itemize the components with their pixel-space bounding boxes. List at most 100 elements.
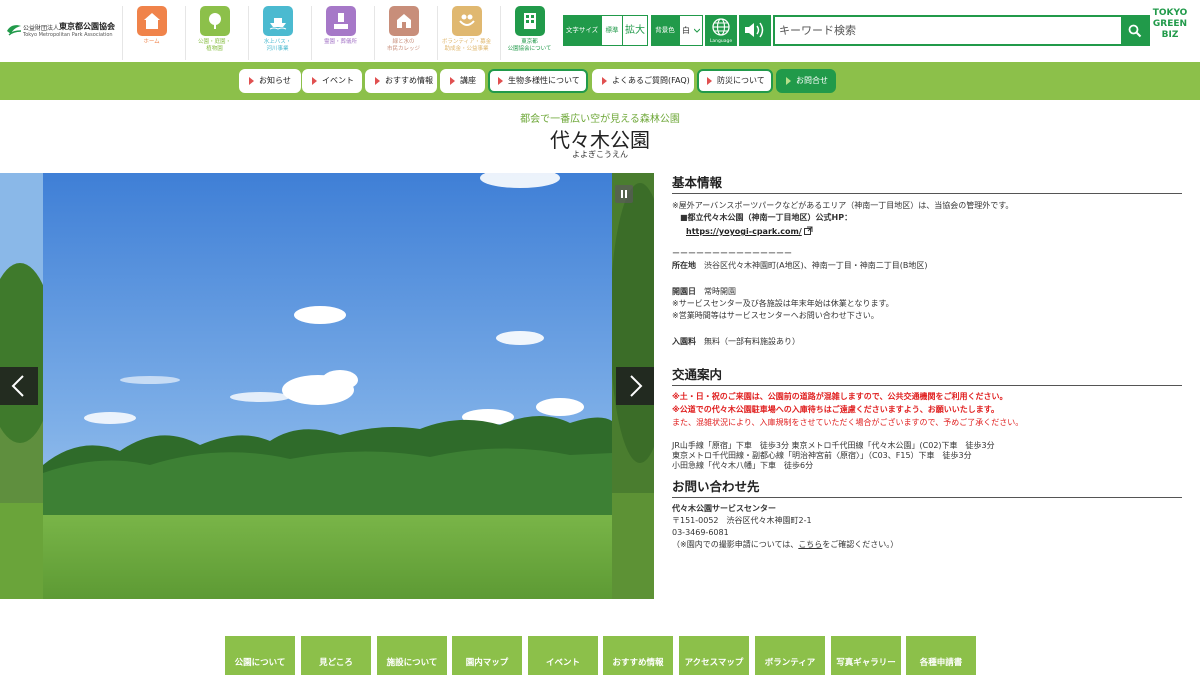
address-row: 所在地 渋谷区代々木神園町(A地区)、神南一丁目・神南二丁目(B地区) (672, 260, 1182, 272)
parks-icon (199, 6, 230, 36)
speaker-icon (745, 22, 764, 38)
menu-item-1[interactable]: イベント (302, 69, 362, 93)
external-link-icon[interactable] (804, 226, 813, 235)
open-note-2: ※営業時間等はサービスセンターへお問い合わせ下さい。 (672, 311, 879, 320)
nav-cemetery-label: 霊園・葬儀所 (323, 39, 357, 45)
page-tagline: 都会で一番広い空が見える森林公園 (520, 114, 680, 125)
tgb-line-2: GREEN (1152, 19, 1188, 29)
contact-heading: お問い合わせ先 (672, 476, 1182, 498)
nav-waterbus[interactable]: 水上バス・ 河川事業 (248, 6, 306, 60)
tokyo-green-biz-logo[interactable]: TOKYO GREEN BIZ (1152, 8, 1188, 54)
bottom-nav-item-6[interactable]: アクセスマップ (679, 636, 749, 675)
chevron-down-icon (694, 28, 700, 33)
contact-tel: 03-3469-6081 (672, 528, 729, 537)
chevron-left-icon (11, 375, 24, 397)
photo-application-link[interactable]: こちら (798, 540, 822, 549)
nav-home[interactable]: ホーム (122, 6, 180, 60)
bottom-nav-item-8[interactable]: 写真ギャラリー (831, 636, 901, 675)
bg-color-value: 白 (682, 26, 690, 35)
fee-row: 入園料 無料（一部有料施設あり） (672, 336, 1182, 348)
bottom-nav-item-5[interactable]: おすすめ情報 (603, 636, 673, 675)
nav-home-label: ホーム (143, 39, 160, 45)
contact-note: （※園内での撮影申請については、こちらをご確認ください。） (672, 539, 1182, 551)
font-size-standard-button[interactable]: 標準 (601, 15, 623, 46)
tgb-line-3: BIZ (1161, 30, 1179, 40)
open-value: 常時開園 (704, 287, 736, 296)
slider-pause-button[interactable] (615, 185, 633, 203)
language-button[interactable]: Language (705, 15, 737, 46)
nav-cemetery[interactable]: 霊園・葬儀所 (311, 6, 369, 60)
divider-text: ーーーーーーーーーーーーーーー (672, 249, 792, 258)
tgb-line-1: TOKYO (1152, 8, 1188, 18)
site-logo[interactable]: 公益財団法人 東京都公園協会 Tokyo Metropolitan Park A… (6, 20, 116, 42)
nav-volunteer[interactable]: ボランティア・募金 助成金・公益事業 (437, 6, 495, 60)
park-photo-slider[interactable] (0, 173, 654, 599)
home-icon (136, 6, 167, 36)
cemetery-icon (325, 6, 356, 36)
site-header: 公益財団法人 東京都公園協会 Tokyo Metropolitan Park A… (0, 0, 1200, 62)
nav-about-label: 東京都 公園協会について (507, 39, 552, 52)
access-route-3: 小田急線「代々木八幡」下車 徒歩6分 (672, 461, 814, 470)
nav-college[interactable]: 緑と水の 市民カレッジ (374, 6, 432, 60)
menu-item-2[interactable]: おすすめ情報 (365, 69, 437, 93)
fee-label: 入園料 (672, 337, 696, 346)
open-note-1: ※サービスセンター及び各施設は年末年始は休業となります。 (672, 299, 894, 308)
access-warning-2: ※公道での代々木公園駐車場への入庫待ちはご遠慮くださいますよう、お願いいたします… (672, 405, 999, 414)
access-heading: 交通案内 (672, 364, 1182, 386)
management-note: ※屋外アーバンスポーツパークなどがあるエリア（神南一丁目地区）は、当協会の管理外… (672, 201, 1014, 210)
search-input[interactable] (775, 17, 1121, 44)
basic-info-heading: 基本情報 (672, 172, 1182, 194)
language-label: Language (709, 39, 733, 44)
fee-value: 無料（一部有料施設あり） (704, 337, 800, 346)
contact-name: 代々木公園サービスセンター (672, 504, 776, 513)
college-icon (388, 6, 419, 36)
org-type: 公益財団法人 (23, 25, 60, 32)
org-name-en: Tokyo Metropolitan Park Association (23, 32, 113, 38)
bg-color-select[interactable]: 白 (679, 15, 703, 46)
search-icon (1128, 24, 1142, 38)
sub-menu-bar: お知らせ イベント おすすめ情報 講座 生物多様性について よくあるご質問(FAQ) 防災に… (0, 62, 1200, 100)
pause-icon (621, 190, 627, 198)
contact-note-post: をご確認ください。） (822, 540, 899, 549)
access-warning-1: ※土・日・祝のご来園は、公園前の道路が混雑しますので、公共交通機関をご利用くださ… (672, 392, 1008, 401)
park-info-panel: 基本情報 ※屋外アーバンスポーツパークなどがあるエリア（神南一丁目地区）は、当協… (672, 172, 1182, 551)
menu-item-0[interactable]: お知らせ (239, 69, 301, 93)
access-route-1: JR山手線「原宿」下車 徒歩3分 東京メトロ千代田線「代々木公園」(C02)下車… (672, 441, 995, 450)
bottom-nav-item-3[interactable]: 園内マップ (452, 636, 522, 675)
globe-icon (712, 18, 730, 36)
official-site-label: ■都立代々木公園（神南一丁目地区）公式HP： (680, 213, 853, 222)
slider-prev-button[interactable] (0, 367, 38, 405)
waterbus-icon (262, 6, 293, 36)
search-box (773, 15, 1150, 46)
search-button[interactable] (1121, 17, 1148, 44)
official-site-link[interactable]: https://yoyogi-cpark.com/ (686, 227, 802, 236)
access-warning-3: また、混雑状況により、入庫規制をさせていただく場合がございますので、予めご了承く… (672, 418, 1024, 427)
nav-parks[interactable]: 公園・庭園・ 植物園 (185, 6, 243, 60)
font-size-large-button[interactable]: 拡大 (622, 15, 648, 46)
contact-address: 〒151-0052 渋谷区代々木神園町2-1 (672, 516, 812, 525)
bottom-nav-item-0[interactable]: 公園について (225, 636, 295, 675)
bottom-nav-item-4[interactable]: イベント (528, 636, 598, 675)
menu-item-4[interactable]: 生物多様性について (488, 69, 588, 93)
slider-next-button[interactable] (616, 367, 654, 405)
bottom-nav-item-9[interactable]: 各種申請書 (906, 636, 976, 675)
about-icon (514, 6, 545, 36)
menu-item-7[interactable]: お問合せ (776, 69, 836, 93)
bg-color-label: 背景色 (651, 15, 679, 46)
page-title-reading: よよぎこうえん (572, 150, 628, 159)
address-value: 渋谷区代々木神園町(A地区)、神南一丁目・神南二丁目(B地区) (704, 261, 928, 270)
font-size-label: 文字サイズ (563, 15, 601, 46)
menu-item-6[interactable]: 防災について (697, 69, 773, 93)
bottom-nav-item-2[interactable]: 施設について (377, 636, 447, 675)
read-aloud-button[interactable] (739, 15, 771, 46)
menu-item-3[interactable]: 講座 (440, 69, 485, 93)
association-logo-icon (7, 25, 22, 36)
menu-item-5[interactable]: よくあるご質問(FAQ) (592, 69, 694, 93)
address-label: 所在地 (672, 261, 696, 270)
access-route-2: 東京メトロ千代田線・副都心線「明治神宮前〈原宿〉」（C03、F15）下車 徒歩3… (672, 451, 972, 460)
nav-about[interactable]: 東京都 公園協会について (500, 6, 558, 60)
bottom-nav-item-1[interactable]: 見どころ (301, 636, 371, 675)
contact-note-pre: （※園内での撮影申請については、 (672, 540, 799, 549)
bottom-nav-item-7[interactable]: ボランティア (755, 636, 825, 675)
nav-college-label: 緑と水の 市民カレッジ (386, 39, 420, 52)
